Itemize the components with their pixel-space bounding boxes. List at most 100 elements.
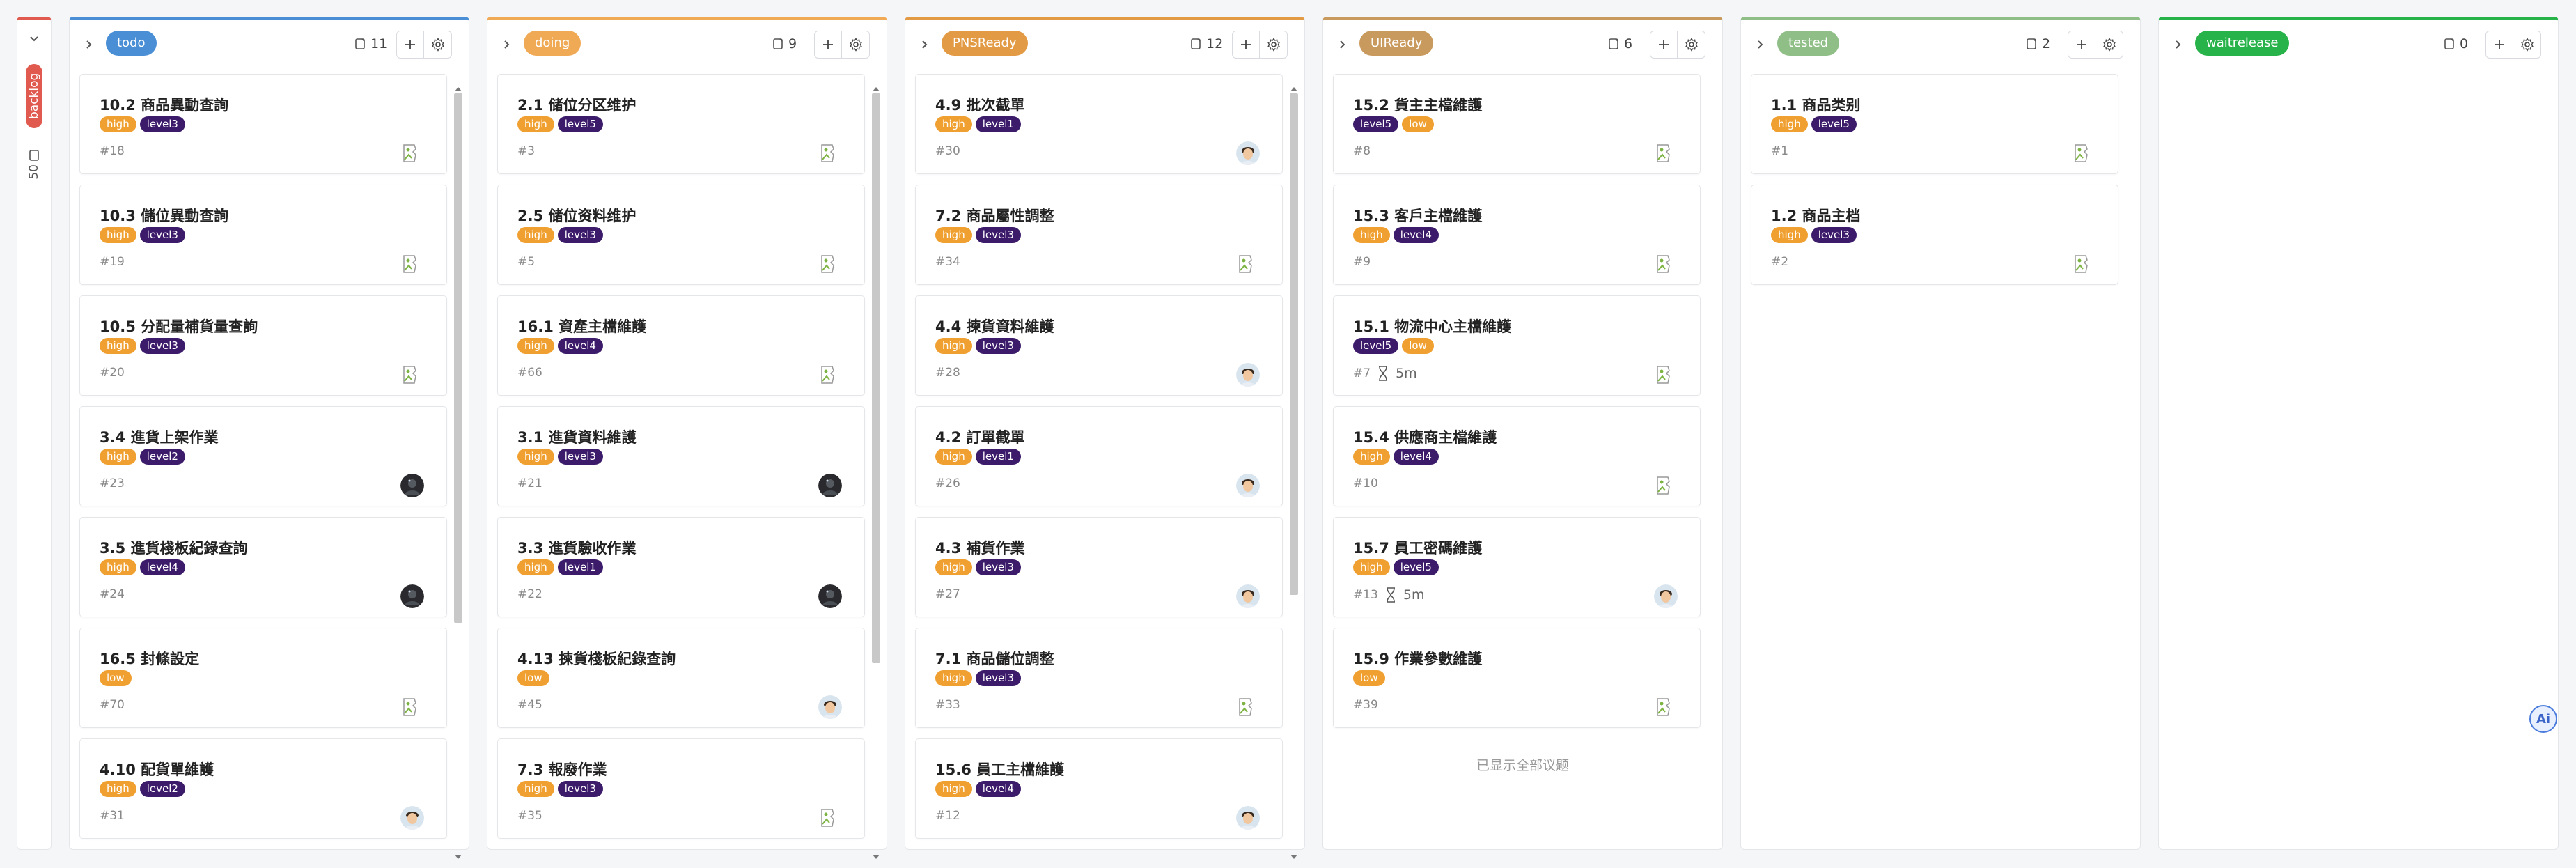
issue-card[interactable]: 15.4 供應商主檔維護 high level4 #10	[1333, 406, 1701, 506]
issue-card[interactable]: 7.2 商品屬性調整 high level3 #34	[915, 185, 1283, 285]
issue-title[interactable]: 15.9 作業參數維護	[1353, 648, 1482, 669]
assignee-avatar[interactable]	[818, 695, 842, 719]
scroll-thumb[interactable]	[872, 93, 880, 663]
issue-card[interactable]: 15.7 員工密碼維護 high level5 #13 5m	[1333, 517, 1701, 617]
issue-title[interactable]: 4.13 揀貨棧板紀錄查詢	[517, 648, 676, 669]
assignee-avatar[interactable]	[818, 474, 842, 497]
issue-title[interactable]: 1.2 商品主档	[1771, 205, 1861, 226]
add-issue-button[interactable]	[2068, 31, 2095, 59]
chevron-right-icon[interactable]	[2171, 38, 2185, 52]
issue-card[interactable]: 3.1 進貨資料維護 high level3 #21	[497, 406, 865, 506]
assignee-avatar[interactable]	[400, 474, 424, 497]
issue-title[interactable]: 15.6 員工主檔維護	[935, 759, 1064, 780]
assignee-avatar[interactable]	[400, 806, 424, 830]
assignee-avatar[interactable]	[818, 363, 842, 387]
assignee-avatar[interactable]	[818, 252, 842, 276]
issue-title[interactable]: 3.5 進貨棧板紀錄查詢	[100, 537, 248, 558]
column-settings-button[interactable]	[2513, 31, 2541, 59]
issue-card[interactable]: 15.2 貨主主檔維護 level5 low #8	[1333, 74, 1701, 174]
assignee-avatar[interactable]	[400, 141, 424, 165]
assignee-avatar[interactable]	[1654, 363, 1678, 387]
issue-card[interactable]: 15.1 物流中心主檔維護 level5 low #7 5m	[1333, 295, 1701, 396]
issue-title[interactable]: 15.4 供應商主檔維護	[1353, 426, 1497, 447]
assignee-avatar[interactable]	[1236, 141, 1260, 165]
column-settings-button[interactable]	[424, 31, 452, 59]
assignee-avatar[interactable]	[818, 584, 842, 608]
issue-card[interactable]: 4.9 批次截單 high level1 #30	[915, 74, 1283, 174]
issue-title[interactable]: 7.3 報廢作業	[517, 759, 607, 780]
issue-title[interactable]: 15.1 物流中心主檔維護	[1353, 316, 1511, 336]
add-issue-button[interactable]	[2485, 31, 2513, 59]
issue-card[interactable]: 10.3 儲位異動查詢 high level3 #19	[79, 185, 447, 285]
scroll-up-icon[interactable]	[872, 86, 880, 92]
column-settings-button[interactable]	[1678, 31, 1705, 59]
chevron-right-icon[interactable]	[1336, 38, 1350, 52]
issue-card[interactable]: 15.6 員工主檔維護 high level4 #12	[915, 738, 1283, 839]
assignee-avatar[interactable]	[1236, 363, 1260, 387]
add-issue-button[interactable]	[1650, 31, 1678, 59]
scroll-up-icon[interactable]	[1290, 86, 1298, 92]
chevron-down-icon[interactable]	[27, 32, 41, 46]
issue-card[interactable]: 3.4 進貨上架作業 high level2 #23	[79, 406, 447, 506]
column-scrollbar[interactable]	[451, 86, 466, 868]
issue-card[interactable]: 15.9 作業參數維護 low #39	[1333, 628, 1701, 728]
issue-title[interactable]: 10.5 分配量補貨量查詢	[100, 316, 258, 336]
scroll-down-icon[interactable]	[454, 854, 462, 860]
assignee-avatar[interactable]	[1654, 474, 1678, 497]
issue-title[interactable]: 3.1 進貨資料維護	[517, 426, 637, 447]
issue-card[interactable]: 3.3 進貨驗收作業 high level1 #22	[497, 517, 865, 617]
assignee-avatar[interactable]	[818, 806, 842, 830]
issue-title[interactable]: 2.5 储位资料维护	[517, 205, 637, 226]
issue-title[interactable]: 15.7 員工密碼維護	[1353, 537, 1482, 558]
issue-title[interactable]: 3.4 進貨上架作業	[100, 426, 219, 447]
assignee-avatar[interactable]	[1654, 252, 1678, 276]
scroll-up-icon[interactable]	[454, 86, 462, 92]
issue-title[interactable]: 16.5 封條設定	[100, 648, 199, 669]
scroll-down-icon[interactable]	[1290, 854, 1298, 860]
issue-card[interactable]: 16.1 資產主檔維護 high level4 #66	[497, 295, 865, 396]
issue-card[interactable]: 3.5 進貨棧板紀錄查詢 high level4 #24	[79, 517, 447, 617]
chevron-right-icon[interactable]	[500, 38, 514, 52]
issue-card[interactable]: 10.5 分配量補貨量查詢 high level3 #20	[79, 295, 447, 396]
column-settings-button[interactable]	[2095, 31, 2123, 59]
assignee-avatar[interactable]	[400, 695, 424, 719]
issue-card[interactable]: 4.13 揀貨棧板紀錄查詢 low #45	[497, 628, 865, 728]
issue-card[interactable]: 1.2 商品主档 high level3 #2	[1751, 185, 2118, 285]
issue-title[interactable]: 3.3 進貨驗收作業	[517, 537, 637, 558]
ai-assistant-button[interactable]: Ai	[2529, 705, 2557, 733]
issue-card[interactable]: 4.2 訂單截單 high level1 #26	[915, 406, 1283, 506]
issue-title[interactable]: 16.1 資產主檔維護	[517, 316, 646, 336]
assignee-avatar[interactable]	[1236, 695, 1260, 719]
assignee-avatar[interactable]	[1654, 695, 1678, 719]
issue-title[interactable]: 4.3 補貨作業	[935, 537, 1025, 558]
assignee-avatar[interactable]	[818, 141, 842, 165]
issue-title[interactable]: 4.9 批次截單	[935, 94, 1025, 115]
chevron-right-icon[interactable]	[1754, 38, 1767, 52]
issue-title[interactable]: 7.1 商品儲位調整	[935, 648, 1054, 669]
add-issue-button[interactable]	[396, 31, 424, 59]
issue-title[interactable]: 2.1 储位分区维护	[517, 94, 637, 115]
assignee-avatar[interactable]	[400, 584, 424, 608]
issue-title[interactable]: 4.4 揀貨資料維護	[935, 316, 1054, 336]
issue-card[interactable]: 2.1 储位分区维护 high level5 #3	[497, 74, 865, 174]
assignee-avatar[interactable]	[1654, 584, 1678, 608]
assignee-avatar[interactable]	[400, 252, 424, 276]
issue-card[interactable]: 16.5 封條設定 low #70	[79, 628, 447, 728]
scroll-down-icon[interactable]	[872, 854, 880, 860]
column-scrollbar[interactable]	[868, 86, 884, 868]
add-issue-button[interactable]	[1232, 31, 1260, 59]
backlog-column-collapsed[interactable]: backlog 50	[17, 17, 52, 850]
issue-card[interactable]: 2.5 储位资料维护 high level3 #5	[497, 185, 865, 285]
add-issue-button[interactable]	[814, 31, 842, 59]
chevron-right-icon[interactable]	[918, 38, 932, 52]
assignee-avatar[interactable]	[1236, 584, 1260, 608]
issue-title[interactable]: 10.3 儲位異動查詢	[100, 205, 228, 226]
issue-card[interactable]: 7.3 報廢作業 high level3 #35	[497, 738, 865, 839]
assignee-avatar[interactable]	[1654, 141, 1678, 165]
issue-title[interactable]: 15.3 客戶主檔維護	[1353, 205, 1482, 226]
issue-card[interactable]: 4.10 配貨單維護 high level2 #31	[79, 738, 447, 839]
issue-title[interactable]: 7.2 商品屬性調整	[935, 205, 1054, 226]
assignee-avatar[interactable]	[2072, 252, 2095, 276]
column-settings-button[interactable]	[842, 31, 870, 59]
issue-title[interactable]: 4.10 配貨單維護	[100, 759, 214, 780]
